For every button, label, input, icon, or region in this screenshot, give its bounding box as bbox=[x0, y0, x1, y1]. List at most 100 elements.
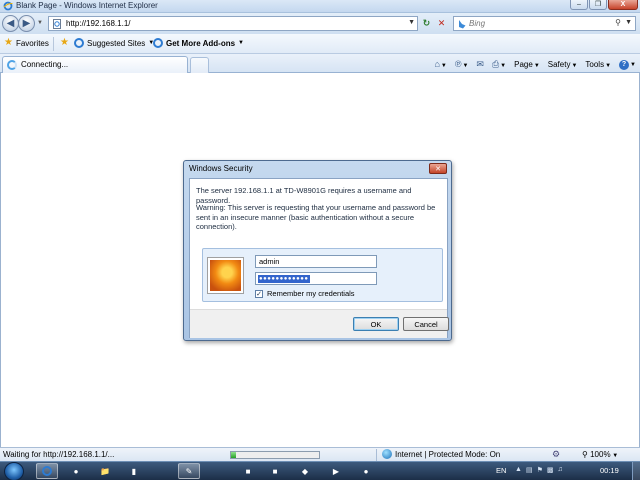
zoom-level-button[interactable]: ⚲ 100% ▼ bbox=[582, 450, 618, 459]
credential-tile: ●●●●●●●●●●●● ✓ Remember my credentials bbox=[202, 248, 443, 302]
address-bar[interactable]: ▼ bbox=[48, 16, 418, 31]
search-icon[interactable]: ⚲ bbox=[615, 18, 621, 27]
url-input[interactable] bbox=[66, 18, 396, 29]
security-lock-icon[interactable]: ⚙ bbox=[552, 449, 560, 460]
safety-menu[interactable]: Safety▼ bbox=[548, 60, 578, 69]
chevron-down-icon: ▼ bbox=[440, 63, 447, 69]
start-button[interactable] bbox=[4, 462, 24, 480]
zoom-level: 100% bbox=[590, 450, 611, 459]
page-menu-label: Page bbox=[514, 59, 533, 69]
taskbar-ie-icon[interactable] bbox=[36, 463, 58, 479]
maximize-button[interactable]: ❐ bbox=[589, 0, 607, 10]
stop-button[interactable]: ✕ bbox=[434, 16, 449, 31]
bing-logo-icon bbox=[459, 20, 466, 29]
recent-pages-dropdown-icon[interactable]: ▼ bbox=[37, 20, 43, 26]
dialog-close-button[interactable]: ✕ bbox=[429, 163, 447, 174]
page-menu[interactable]: Page▼ bbox=[514, 60, 540, 69]
dialog-title: Windows Security bbox=[189, 164, 253, 173]
printer-icon: ⎙ bbox=[491, 58, 500, 69]
arrow-right-icon: ▶ bbox=[22, 18, 31, 29]
get-more-addons-link[interactable]: Get More Add-ons ▼ bbox=[153, 38, 244, 48]
command-bar: ⌂▼ ℗▼ ✉ ⎙▼ Page▼ Safety▼ Tools▼ ? ▼ bbox=[434, 57, 636, 71]
dialog-body: The server 192.168.1.1 at TD-W8901G requ… bbox=[189, 178, 449, 338]
feeds-button[interactable]: ℗▼ bbox=[455, 59, 469, 69]
tab-row: Connecting... ⌂▼ ℗▼ ✉ ⎙▼ Page▼ Safety▼ T… bbox=[0, 54, 640, 73]
username-field[interactable] bbox=[255, 255, 377, 268]
tools-menu-label: Tools bbox=[585, 59, 605, 69]
taskbar-paint-icon[interactable]: ✎ bbox=[178, 463, 200, 479]
suggested-sites-link[interactable]: Suggested Sites ▼ bbox=[74, 38, 154, 48]
taskbar-cmd-icon[interactable]: ▮ bbox=[123, 463, 145, 479]
taskbar-folder-icon[interactable]: 📁 bbox=[94, 463, 116, 479]
windows-security-dialog: Windows Security ✕ The server 192.168.1.… bbox=[183, 160, 452, 341]
tab-label: Connecting... bbox=[21, 60, 69, 69]
globe-icon bbox=[382, 449, 392, 459]
mail-icon: ✉ bbox=[476, 58, 484, 69]
input-language-indicator[interactable]: EN bbox=[496, 466, 506, 475]
favorites-star-icon: ★ bbox=[4, 37, 13, 48]
action-center-icon[interactable]: ⚑ bbox=[537, 466, 543, 474]
cancel-button[interactable]: Cancel bbox=[403, 317, 449, 331]
tray-expand-icon[interactable]: ▲ bbox=[515, 466, 522, 474]
taskbar-flash-icon[interactable]: ■ bbox=[264, 463, 286, 479]
print-button[interactable]: ⎙▼ bbox=[492, 59, 506, 70]
ie-page-icon bbox=[153, 38, 163, 48]
remember-credentials-option[interactable]: ✓ Remember my credentials bbox=[255, 289, 355, 298]
search-input[interactable] bbox=[469, 18, 589, 29]
favorites-separator bbox=[53, 37, 54, 51]
help-icon: ? bbox=[619, 59, 630, 70]
window-titlebar: Blank Page - Windows Internet Explorer –… bbox=[0, 0, 640, 13]
help-button[interactable]: ? ▼ bbox=[619, 59, 636, 70]
favorites-button[interactable]: ★ Favorites bbox=[4, 38, 49, 48]
password-mask: ●●●●●●●●●●●● bbox=[258, 275, 310, 283]
close-icon: ✕ bbox=[435, 165, 441, 173]
ok-button[interactable]: OK bbox=[353, 317, 399, 331]
network-signal-icon[interactable]: ▩ bbox=[547, 466, 554, 474]
remember-checkbox[interactable]: ✓ bbox=[255, 289, 263, 298]
tab-current[interactable]: Connecting... bbox=[2, 56, 188, 73]
read-mail-button[interactable]: ✉ bbox=[476, 59, 484, 70]
minimize-button[interactable]: – bbox=[570, 0, 588, 10]
favorites-label: Favorites bbox=[15, 38, 49, 48]
volume-icon[interactable]: ♫ bbox=[557, 466, 562, 474]
refresh-button[interactable]: ↻ bbox=[419, 16, 434, 31]
close-window-button[interactable]: X bbox=[608, 0, 638, 10]
back-button[interactable]: ◀ bbox=[2, 15, 19, 32]
user-avatar bbox=[208, 258, 243, 293]
password-field[interactable]: ●●●●●●●●●●●● bbox=[255, 272, 377, 285]
window-title: Blank Page - Windows Internet Explorer bbox=[16, 1, 158, 10]
network-icon[interactable]: ▤ bbox=[526, 466, 533, 474]
taskbar-clock[interactable]: 00:19 bbox=[600, 466, 619, 475]
taskbar-photoshop-icon[interactable]: ■ bbox=[237, 463, 259, 479]
chevron-down-icon: ▼ bbox=[500, 62, 507, 69]
status-text: Waiting for http://192.168.1.1/... bbox=[3, 450, 115, 459]
chevron-down-icon: ▼ bbox=[605, 62, 612, 69]
add-to-favorites-bar-button[interactable]: ★ bbox=[60, 38, 69, 48]
progress-fill bbox=[231, 452, 237, 458]
remember-label: Remember my credentials bbox=[267, 289, 355, 298]
page-load-progress-bar bbox=[230, 451, 320, 459]
windows-taskbar: ● 📁 ▮ ✎ ■ ■ ◆ ▶ ● EN ▲ ▤ ⚑ ▩ ♫ 00:19 bbox=[0, 461, 640, 480]
show-desktop-button[interactable] bbox=[632, 462, 640, 480]
taskbar-app-icon[interactable]: ● bbox=[355, 463, 377, 479]
tools-menu[interactable]: Tools▼ bbox=[585, 60, 611, 69]
ie-page-icon bbox=[74, 38, 84, 48]
taskbar-app-icon[interactable]: ▶ bbox=[325, 463, 347, 479]
taskbar-firefox-icon[interactable]: ● bbox=[65, 463, 87, 479]
search-box[interactable]: ⚲ ▼ bbox=[453, 16, 636, 31]
address-dropdown-icon[interactable]: ▼ bbox=[408, 19, 415, 26]
new-tab-button[interactable] bbox=[190, 57, 209, 73]
security-zone[interactable]: Internet | Protected Mode: On bbox=[382, 449, 500, 459]
window-controls: – ❐ X bbox=[570, 0, 638, 11]
chevron-down-icon: ▼ bbox=[610, 453, 619, 459]
forward-button[interactable]: ▶ bbox=[18, 15, 35, 32]
security-zone-label: Internet | Protected Mode: On bbox=[395, 449, 501, 459]
loading-spinner-icon bbox=[7, 60, 17, 70]
home-button[interactable]: ⌂▼ bbox=[434, 59, 446, 69]
chevron-down-icon: ▼ bbox=[533, 62, 540, 69]
chevron-down-icon: ▼ bbox=[462, 63, 469, 69]
stop-icon: ✕ bbox=[437, 18, 446, 28]
search-options-dropdown-icon[interactable]: ▼ bbox=[625, 19, 632, 26]
status-bar: Waiting for http://192.168.1.1/... Inter… bbox=[0, 447, 640, 461]
taskbar-app-icon[interactable]: ◆ bbox=[294, 463, 316, 479]
